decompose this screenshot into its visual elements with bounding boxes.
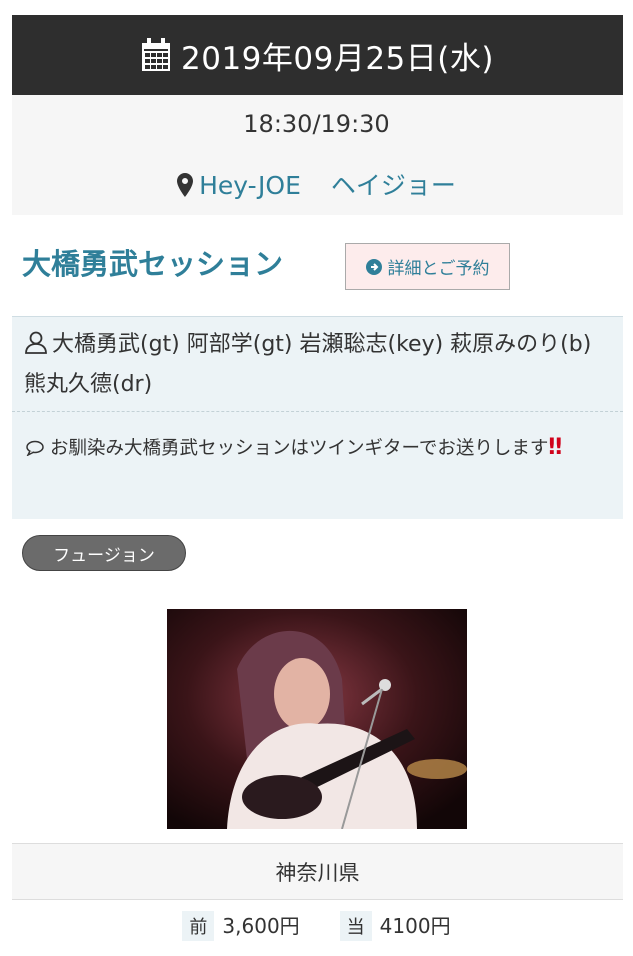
venue-link[interactable]: Hey-JOE ヘイジョー <box>0 166 633 202</box>
advance-price: 3,600円 <box>222 914 300 938</box>
event-time: 18:30/19:30 <box>243 110 390 138</box>
event-date: 2019年09月25日(水) <box>181 40 494 77</box>
map-marker-icon <box>177 173 194 197</box>
venue-name[interactable]: Hey-JOE <box>199 171 301 200</box>
advance-label: 前 <box>182 911 215 941</box>
door-price: 4100円 <box>379 914 451 938</box>
comment-line: お馴染み大橋勇武セッションはツインギターでお送りします‼ <box>26 425 611 472</box>
divider <box>12 411 623 412</box>
prefecture: 神奈川県 <box>12 843 623 900</box>
user-icon <box>25 331 47 354</box>
members-text: 大橋勇武(gt) 阿部学(gt) 岩瀬聡志(key) 萩原みのり(b) 熊丸久德… <box>24 332 592 397</box>
artist-photo <box>167 609 467 829</box>
calendar-icon <box>142 38 170 71</box>
members-line: 大橋勇武(gt) 阿部学(gt) 岩瀬聡志(key) 萩原みのり(b) 熊丸久德… <box>24 325 614 405</box>
comment-text: お馴染み大橋勇武セッションはツインギターでお送りします <box>50 438 549 459</box>
exclamation-mark: ‼ <box>548 435 563 460</box>
arrow-circle-right-icon <box>365 258 382 275</box>
genre-tag[interactable]: フュージョン <box>22 535 186 571</box>
venue-kana[interactable]: ヘイジョー <box>331 171 456 200</box>
detail-reserve-button[interactable]: 詳細とご予約 <box>345 243 510 290</box>
date-header: 2019年09月25日(水) <box>12 15 623 95</box>
info-box: 大橋勇武(gt) 阿部学(gt) 岩瀬聡志(key) 萩原みのり(b) 熊丸久德… <box>12 316 623 519</box>
speech-bubble-icon <box>26 440 44 456</box>
detail-button-label[interactable]: 詳細とご予約 <box>388 254 490 279</box>
event-title: 大橋勇武セッション <box>22 247 284 281</box>
price-line: 前 3,600円 当 4100円 <box>0 910 633 941</box>
door-label: 当 <box>339 911 372 941</box>
